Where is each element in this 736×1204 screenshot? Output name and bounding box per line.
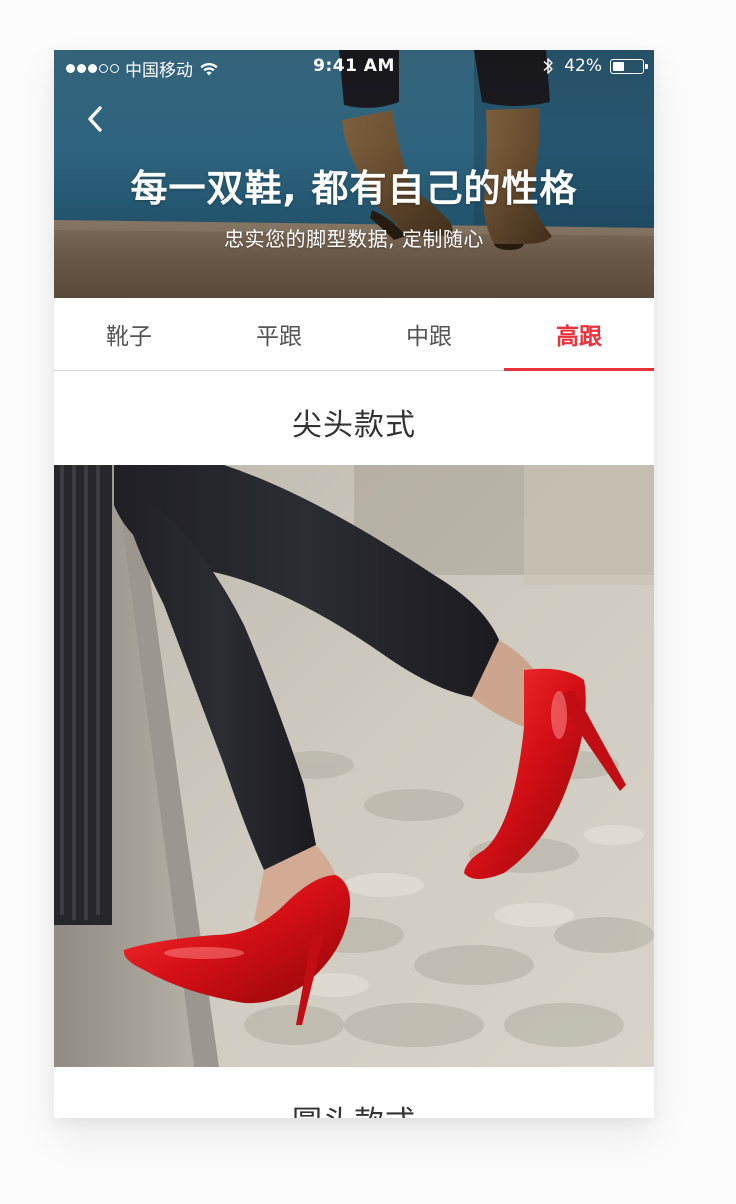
section-title-round-toe: 圆头款式 <box>54 1097 654 1118</box>
status-bar: 中国移动 9:41 AM 42% <box>54 50 654 84</box>
tab-label: 靴子 <box>106 324 152 350</box>
screen-stage: 中国移动 9:41 AM 42% 每一双鞋, 都有自己的性格 忠实您的脚型数据,… <box>0 0 736 1204</box>
tab-flat-heel[interactable]: 平跟 <box>204 298 354 370</box>
bluetooth-icon <box>543 58 553 74</box>
phone-screen: 中国移动 9:41 AM 42% 每一双鞋, 都有自己的性格 忠实您的脚型数据,… <box>54 50 654 1118</box>
tab-underline <box>504 368 654 371</box>
back-button[interactable] <box>80 102 110 136</box>
tab-label: 高跟 <box>556 324 602 350</box>
product-image-pointed-toe[interactable] <box>54 465 654 1067</box>
high-heels-photo <box>54 465 654 1067</box>
battery-tip <box>645 63 648 69</box>
tab-label: 中跟 <box>406 324 452 350</box>
tab-mid-heel[interactable]: 中跟 <box>354 298 504 370</box>
hero-title: 每一双鞋, 都有自己的性格 <box>130 167 578 210</box>
tab-boots[interactable]: 靴子 <box>54 298 204 370</box>
section-title-pointed-toe: 尖头款式 <box>292 408 416 443</box>
battery-percent: 42% <box>564 56 602 76</box>
hero-subtitle: 忠实您的脚型数据, 定制随心 <box>224 227 484 251</box>
category-tabs: 靴子 平跟 中跟 高跟 <box>54 298 654 371</box>
battery-icon <box>610 58 648 74</box>
tab-high-heel[interactable]: 高跟 <box>504 298 654 371</box>
status-right: 42% <box>542 56 648 76</box>
chevron-left-icon <box>88 106 102 132</box>
battery-fill <box>613 61 625 71</box>
hero-banner: 中国移动 9:41 AM 42% 每一双鞋, 都有自己的性格 忠实您的脚型数据,… <box>54 50 654 298</box>
tab-label: 平跟 <box>256 324 302 350</box>
